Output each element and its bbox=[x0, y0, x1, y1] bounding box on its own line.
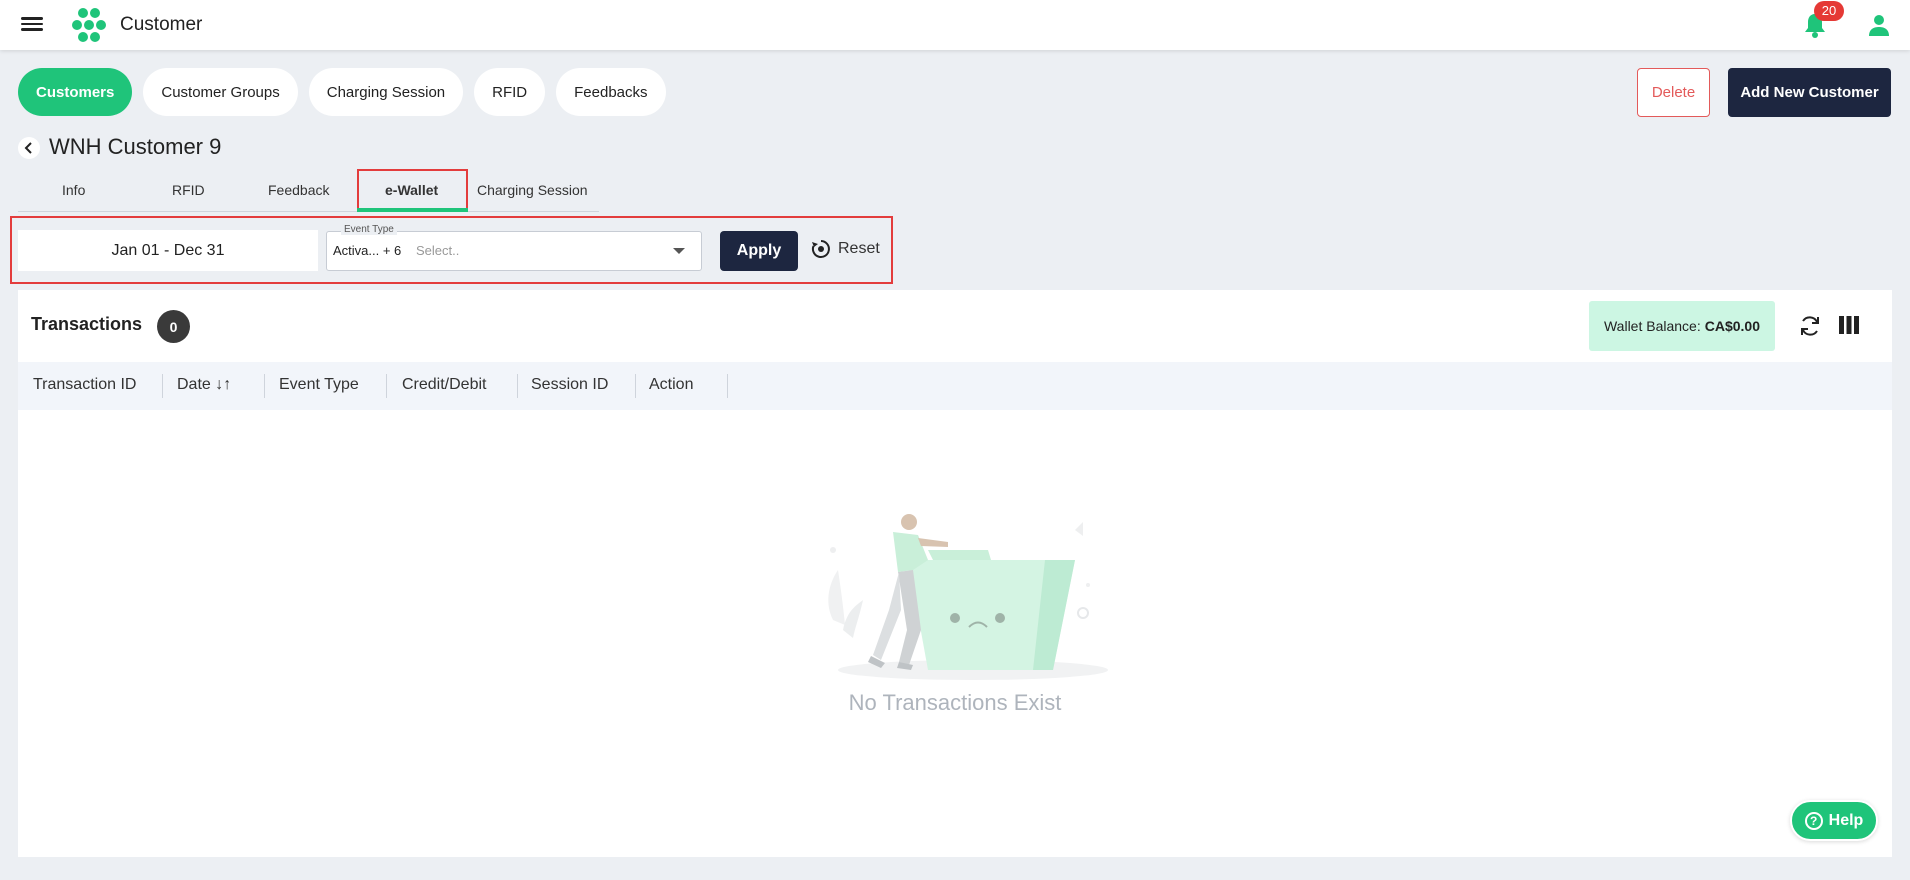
tab-customers[interactable]: Customers bbox=[18, 68, 133, 116]
transactions-count: 0 bbox=[157, 310, 190, 343]
tab-customer-groups[interactable]: Customer Groups bbox=[143, 68, 298, 116]
customer-sub-tabs: Info RFID Feedback e-Wallet Charging Ses… bbox=[18, 169, 599, 212]
tab-charging-session[interactable]: Charging Session bbox=[308, 68, 464, 116]
reset-icon bbox=[811, 240, 830, 258]
back-button[interactable] bbox=[18, 137, 40, 159]
active-tab-underline bbox=[357, 208, 468, 212]
notification-badge: 20 bbox=[1814, 1, 1844, 21]
help-button[interactable]: ? Help bbox=[1790, 800, 1878, 841]
column-event-type[interactable]: Event Type bbox=[279, 376, 359, 394]
subtab-rfid[interactable]: RFID bbox=[172, 182, 205, 198]
event-type-select[interactable]: Event Type Activa... + 6 Select.. bbox=[326, 224, 702, 271]
column-credit-debit[interactable]: Credit/Debit bbox=[402, 376, 486, 394]
table-header: Transaction ID Date ↓↑ Event Type Credit… bbox=[18, 362, 1892, 410]
column-divider bbox=[635, 374, 636, 398]
column-divider bbox=[264, 374, 265, 398]
app-title: Customer bbox=[120, 14, 203, 35]
refresh-icon[interactable] bbox=[1798, 314, 1822, 338]
active-tab-highlight bbox=[357, 169, 468, 211]
column-divider bbox=[727, 374, 728, 398]
question-icon: ? bbox=[1804, 811, 1823, 830]
help-label: Help bbox=[1828, 811, 1864, 829]
event-type-placeholder: Select.. bbox=[416, 243, 460, 258]
reset-button[interactable]: Reset bbox=[810, 238, 880, 260]
empty-folder-illustration-icon bbox=[828, 514, 1108, 680]
wallet-balance: Wallet Balance: CA$0.00 bbox=[1589, 301, 1775, 351]
column-divider bbox=[162, 374, 163, 398]
wallet-balance-label: Wallet Balance: bbox=[1603, 318, 1701, 334]
apply-button[interactable]: Apply bbox=[720, 231, 798, 271]
chevron-left-icon bbox=[24, 142, 32, 154]
column-date[interactable]: Date ↓↑ bbox=[177, 376, 231, 394]
subtab-info[interactable]: Info bbox=[62, 182, 85, 198]
customer-name: WNH Customer 9 bbox=[49, 134, 222, 159]
logo-icon bbox=[72, 8, 106, 42]
tab-rfid[interactable]: RFID bbox=[474, 68, 546, 116]
subtab-feedback[interactable]: Feedback bbox=[268, 182, 329, 198]
column-session-id[interactable]: Session ID bbox=[531, 376, 608, 394]
main-tabs: Customers Customer Groups Charging Sessi… bbox=[18, 68, 666, 116]
columns-icon[interactable] bbox=[1839, 316, 1859, 334]
event-type-label: Event Type bbox=[341, 224, 397, 235]
column-action[interactable]: Action bbox=[649, 376, 693, 394]
delete-button[interactable]: Delete bbox=[1637, 68, 1710, 117]
event-type-value: Activa... + 6 bbox=[333, 243, 402, 258]
empty-message: No Transactions Exist bbox=[848, 690, 1062, 715]
tab-feedbacks[interactable]: Feedbacks bbox=[556, 68, 666, 116]
column-divider bbox=[517, 374, 518, 398]
dropdown-arrow-icon[interactable] bbox=[673, 248, 685, 254]
column-transaction-id[interactable]: Transaction ID bbox=[33, 376, 136, 394]
user-profile-icon[interactable] bbox=[1867, 13, 1891, 37]
reset-label: Reset bbox=[838, 240, 880, 257]
wallet-balance-value: CA$0.00 bbox=[1704, 318, 1760, 334]
transactions-panel: Transactions 0 Wallet Balance: CA$0.00 T… bbox=[18, 290, 1892, 857]
transactions-title: Transactions bbox=[31, 314, 143, 334]
subtab-charging-session[interactable]: Charging Session bbox=[477, 182, 588, 198]
add-new-customer-button[interactable]: Add New Customer bbox=[1728, 68, 1891, 117]
column-divider bbox=[386, 374, 387, 398]
top-bar: Customer 20 bbox=[0, 0, 1910, 50]
date-range-picker[interactable]: Jan 01 - Dec 31 bbox=[18, 230, 318, 271]
menu-icon[interactable] bbox=[21, 14, 43, 34]
